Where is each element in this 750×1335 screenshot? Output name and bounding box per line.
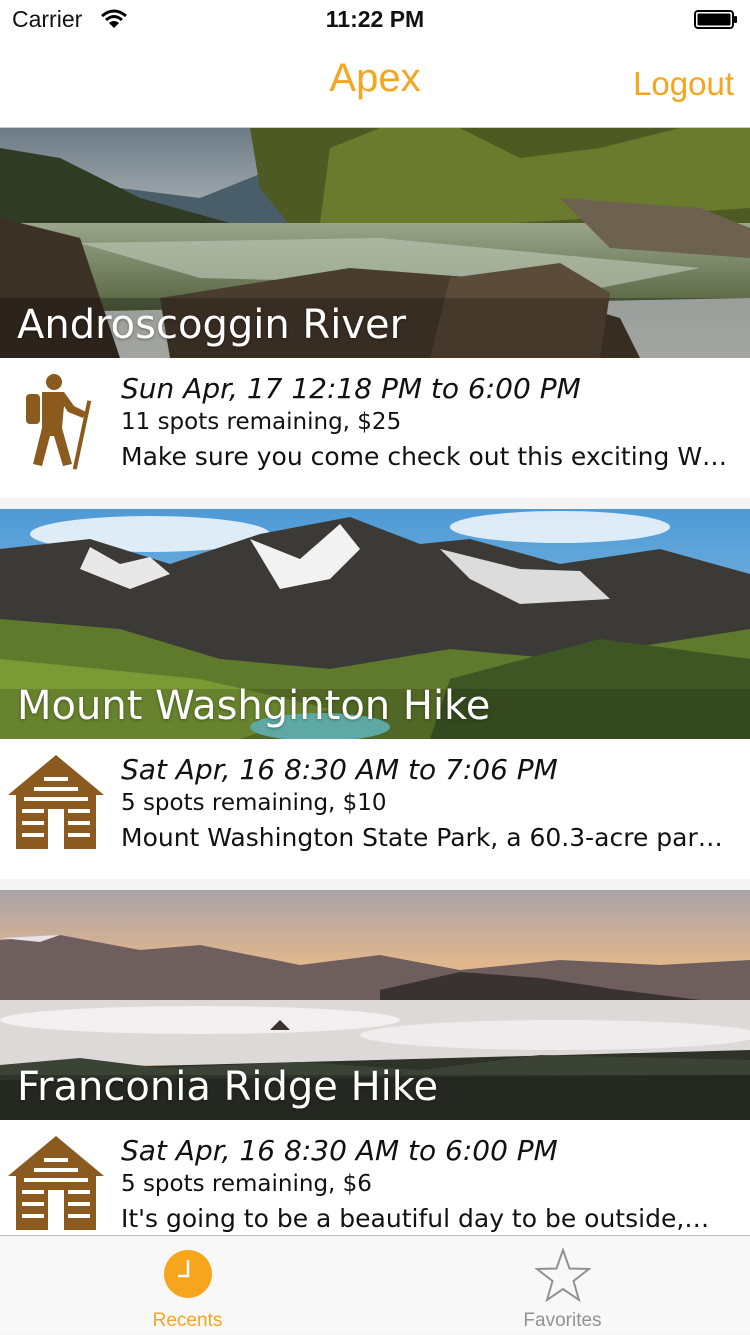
logout-button[interactable]: Logout bbox=[633, 65, 734, 103]
status-time: 11:22 PM bbox=[325, 6, 425, 32]
star-icon bbox=[535, 1248, 591, 1303]
event-spots: 5 spots remaining, $6 bbox=[121, 1171, 372, 1197]
event-card[interactable]: Franconia Ridge Hike Sat Apr, 16 8:30 AM… bbox=[0, 890, 750, 1235]
event-details: Sat Apr, 16 8:30 AM to 7:06 PM 5 spots r… bbox=[0, 739, 750, 879]
tab-label: Favorites bbox=[523, 1310, 602, 1331]
event-title: Androscoggin River bbox=[17, 302, 407, 348]
event-spots: 5 spots remaining, $10 bbox=[121, 790, 387, 816]
event-date: Sat Apr, 16 8:30 AM to 7:06 PM bbox=[121, 753, 558, 786]
event-title: Franconia Ridge Hike bbox=[17, 1064, 439, 1110]
tab-favorites[interactable]: Favorites bbox=[375, 1236, 750, 1335]
event-photo: Franconia Ridge Hike bbox=[0, 890, 750, 1120]
event-date: Sun Apr, 17 12:18 PM to 6:00 PM bbox=[121, 372, 581, 405]
event-details: Sun Apr, 17 12:18 PM to 6:00 PM 11 spots… bbox=[0, 358, 750, 498]
event-details: Sat Apr, 16 8:30 AM to 6:00 PM 5 spots r… bbox=[0, 1120, 750, 1235]
event-feed[interactable]: Androscoggin River Sun Apr, 17 12:18 PM … bbox=[0, 128, 750, 1235]
cabin-icon bbox=[8, 755, 104, 849]
status-bar: Carrier 11:22 PM bbox=[0, 0, 750, 40]
event-photo: Mount Washginton Hike bbox=[0, 509, 750, 739]
event-description: It's going to be a beautiful day to be o… bbox=[121, 1204, 710, 1233]
battery-icon bbox=[694, 10, 737, 29]
tab-label: Recents bbox=[152, 1310, 223, 1331]
event-description: Mount Washington State Park, a 60.3-acre… bbox=[121, 823, 723, 852]
event-spots: 11 spots remaining, $25 bbox=[121, 409, 402, 435]
clock-icon bbox=[164, 1250, 212, 1298]
event-date: Sat Apr, 16 8:30 AM to 6:00 PM bbox=[121, 1134, 558, 1167]
event-description: Make sure you come check out this exciti… bbox=[121, 442, 728, 471]
event-card[interactable]: Mount Washginton Hike Sat Apr, 16 8:30 A… bbox=[0, 509, 750, 879]
event-photo: Androscoggin River bbox=[0, 128, 750, 358]
hiker-icon bbox=[26, 374, 92, 470]
tab-recents[interactable]: Recents bbox=[0, 1236, 375, 1335]
navigation-bar: Apex Logout bbox=[0, 40, 750, 128]
event-card[interactable]: Androscoggin River Sun Apr, 17 12:18 PM … bbox=[0, 128, 750, 498]
cabin-icon bbox=[8, 1136, 104, 1230]
event-title: Mount Washginton Hike bbox=[17, 683, 491, 729]
tab-bar: Recents Favorites bbox=[0, 1235, 750, 1334]
